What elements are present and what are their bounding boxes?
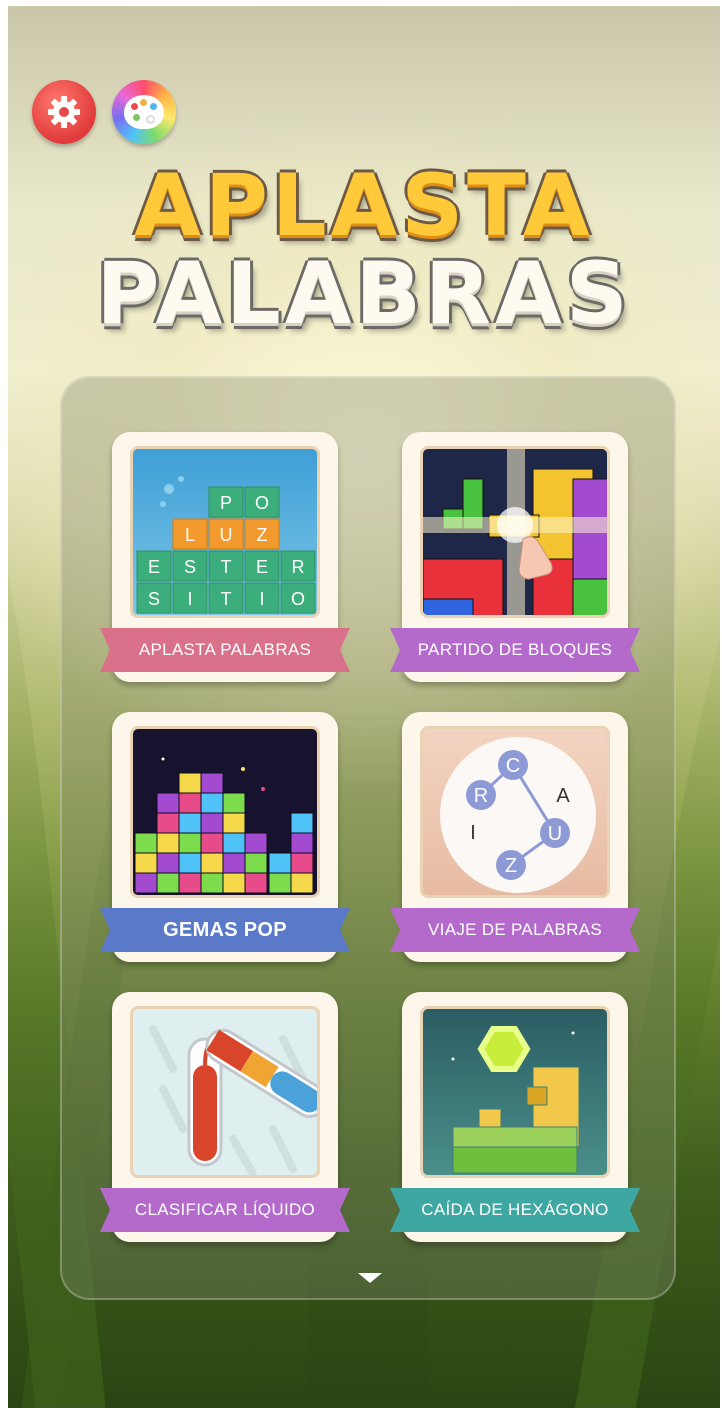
svg-text:A: A xyxy=(556,785,570,807)
svg-text:T: T xyxy=(221,589,232,609)
game-card-partido-de-bloques[interactable]: PARTIDO DE BLOQUES xyxy=(390,432,640,682)
game-label: PARTIDO DE BLOQUES xyxy=(417,640,613,659)
game-label-ribbon: APLASTA PALABRAS xyxy=(100,628,350,672)
game-card-caida-de-hexagono[interactable]: CAÍDA DE HEXÁGONO xyxy=(390,992,640,1242)
game-label-ribbon: PARTIDO DE BLOQUES xyxy=(390,628,640,672)
svg-text:T: T xyxy=(221,557,232,577)
gems-illustration xyxy=(134,757,314,894)
game-label-ribbon: VIAJE DE PALABRAS xyxy=(390,908,640,952)
game-card-aplasta-palabras[interactable]: P O L U Z E S T E R S I T I O APLASTA PA… xyxy=(100,432,350,682)
game-label: GEMAS POP xyxy=(163,918,287,941)
game-label: APLASTA PALABRAS xyxy=(138,640,312,659)
game-thumbnail: C R A I U Z xyxy=(420,726,610,898)
game-card-viaje-de-palabras[interactable]: C R A I U Z VIAJE DE PALABRAS xyxy=(390,712,640,962)
svg-text:R: R xyxy=(292,557,305,577)
svg-text:I: I xyxy=(470,822,476,844)
svg-text:S: S xyxy=(184,557,196,577)
svg-text:E: E xyxy=(148,557,160,577)
svg-text:I: I xyxy=(259,589,264,609)
svg-text:P: P xyxy=(220,493,232,513)
game-label: VIAJE DE PALABRAS xyxy=(428,920,602,939)
game-screen: APLASTA PALABRAS P O L U Z E S T E R S I… xyxy=(8,6,720,1408)
svg-text:Z: Z xyxy=(257,525,268,545)
gear-icon xyxy=(48,96,80,128)
game-thumbnail xyxy=(130,1006,320,1178)
palette-icon xyxy=(124,95,164,129)
game-thumbnail xyxy=(130,726,320,898)
game-label-ribbon: CLASIFICAR LÍQUIDO xyxy=(100,1188,350,1232)
svg-text:Z: Z xyxy=(505,855,517,877)
svg-text:L: L xyxy=(185,525,195,545)
svg-text:C: C xyxy=(506,755,520,777)
game-thumbnail xyxy=(420,1006,610,1178)
block-puzzle-illustration xyxy=(423,449,607,615)
word-blocks-illustration: P O L U Z E S T E R S I T I O xyxy=(136,476,316,614)
svg-text:R: R xyxy=(474,785,488,807)
hexagon-illustration xyxy=(451,1026,580,1174)
game-card-clasificar-liquido[interactable]: CLASIFICAR LÍQUIDO xyxy=(100,992,350,1242)
theme-button[interactable] xyxy=(112,80,176,144)
settings-button[interactable] xyxy=(32,80,96,144)
word-wheel-illustration: C R A I U Z xyxy=(440,737,596,893)
svg-text:U: U xyxy=(548,823,562,845)
svg-text:E: E xyxy=(256,557,268,577)
game-thumbnail xyxy=(420,446,610,618)
game-label: CLASIFICAR LÍQUIDO xyxy=(134,1200,316,1219)
game-thumbnail: P O L U Z E S T E R S I T I O xyxy=(130,446,320,618)
game-label: CAÍDA DE HEXÁGONO xyxy=(421,1200,609,1219)
svg-text:U: U xyxy=(220,525,233,545)
game-label-ribbon: CAÍDA DE HEXÁGONO xyxy=(390,1188,640,1232)
svg-text:I: I xyxy=(187,589,192,609)
svg-text:S: S xyxy=(148,589,160,609)
games-panel: P O L U Z E S T E R S I T I O APLASTA PA… xyxy=(60,376,676,1300)
game-card-gemas-pop[interactable]: GEMAS POP xyxy=(100,712,350,962)
svg-text:O: O xyxy=(255,493,269,513)
title-line-2: PALABRAS xyxy=(96,244,632,344)
arrow-down-icon[interactable] xyxy=(358,1273,382,1283)
title-line-1: APLASTA xyxy=(134,156,594,256)
svg-text:O: O xyxy=(291,589,305,609)
game-label-ribbon: GEMAS POP xyxy=(100,908,350,952)
liquid-tubes-illustration xyxy=(149,1025,317,1175)
